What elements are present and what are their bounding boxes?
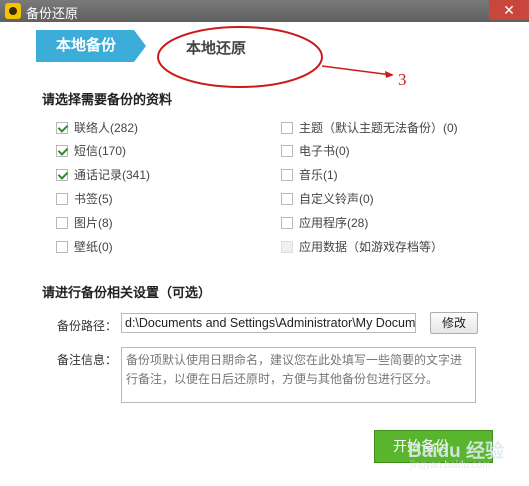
- option-themes[interactable]: 主题（默认主题无法备份）(0): [281, 119, 458, 135]
- option-bookmarks[interactable]: 书签(5): [56, 190, 113, 206]
- option-pictures[interactable]: 图片(8): [56, 214, 113, 230]
- option-app-data: 应用数据（如游戏存档等）: [281, 238, 443, 254]
- option-applications[interactable]: 应用程序(28): [281, 214, 368, 230]
- annotation-ellipse: [157, 26, 323, 88]
- checkbox-sms[interactable]: [56, 145, 68, 157]
- option-call-log[interactable]: 通话记录(341): [56, 166, 150, 182]
- checkbox-music[interactable]: [281, 169, 293, 181]
- option-contacts[interactable]: 联络人(282): [56, 119, 138, 135]
- baidu-watermark-url: jingyan.baidu.com: [410, 460, 491, 471]
- annotation-arrow: [321, 65, 393, 76]
- checkbox-themes[interactable]: [281, 122, 293, 134]
- section-title-backup-settings: 请进行备份相关设置（可选）: [42, 285, 212, 300]
- backup-path-input[interactable]: d:\Documents and Settings\Administrator\…: [121, 313, 416, 333]
- checkbox-call-log[interactable]: [56, 169, 68, 181]
- option-custom-ringtones[interactable]: 自定义铃声(0): [281, 190, 374, 206]
- section-title-select-data: 请选择需要备份的资料: [42, 92, 173, 107]
- option-sms[interactable]: 短信(170): [56, 142, 126, 158]
- option-label: 应用程序(28): [299, 216, 369, 230]
- option-label: 音乐(1): [299, 168, 338, 182]
- option-label: 自定义铃声(0): [299, 192, 374, 206]
- option-label: 应用数据（如游戏存档等）: [299, 240, 444, 254]
- option-label: 短信(170): [74, 144, 127, 158]
- option-label: 书签(5): [74, 192, 113, 206]
- checkbox-bookmarks[interactable]: [56, 193, 68, 205]
- option-label: 通话记录(341): [74, 168, 151, 182]
- annotation-arrowhead: [385, 71, 394, 78]
- checkbox-app-data: [281, 241, 293, 253]
- checkbox-ebooks[interactable]: [281, 145, 293, 157]
- option-label: 图片(8): [74, 216, 113, 230]
- checkbox-contacts[interactable]: [56, 122, 68, 134]
- option-label: 联络人(282): [74, 121, 139, 135]
- option-label: 电子书(0): [299, 144, 350, 158]
- backup-path-label: 备份路径：: [57, 319, 118, 333]
- option-label: 主题（默认主题无法备份）(0): [299, 121, 458, 135]
- checkbox-custom-ringtones[interactable]: [281, 193, 293, 205]
- option-label: 壁纸(0): [74, 240, 113, 254]
- annotation-number: 3: [398, 70, 407, 89]
- baidu-watermark: Baidu 经验: [408, 441, 505, 462]
- modify-path-button[interactable]: 修改: [430, 312, 478, 334]
- checkbox-wallpaper[interactable]: [56, 241, 68, 253]
- note-textarea[interactable]: 备份项默认使用日期命名，建议您在此处填写一些简要的文字进行备注，以便在日后还原时…: [121, 347, 476, 403]
- checkbox-pictures[interactable]: [56, 217, 68, 229]
- note-label: 备注信息：: [57, 353, 118, 367]
- option-ebooks[interactable]: 电子书(0): [281, 142, 350, 158]
- checkbox-applications[interactable]: [281, 217, 293, 229]
- option-wallpaper[interactable]: 壁纸(0): [56, 238, 113, 254]
- option-music[interactable]: 音乐(1): [281, 166, 338, 182]
